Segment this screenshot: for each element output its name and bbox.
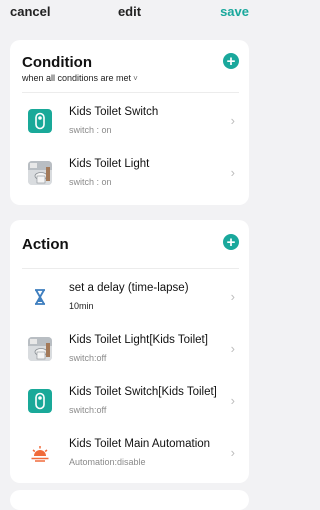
condition-item-light[interactable]: Kids Toilet Light switch : on › [10, 148, 249, 198]
top-bar: cancel edit save [0, 0, 259, 22]
chevron-down-icon: ˅ [133, 74, 138, 83]
condition-item-name: Kids Toilet Switch [69, 106, 159, 118]
action-item-switch[interactable]: Kids Toilet Switch[Kids Toilet] switch:o… [10, 376, 249, 426]
add-condition-button[interactable]: + [223, 53, 239, 69]
next-card-edge [10, 490, 249, 510]
action-item-name: Kids Toilet Light[Kids Toilet] [69, 334, 208, 346]
cancel-button[interactable]: cancel [10, 4, 50, 19]
condition-item-name: Kids Toilet Light [69, 158, 150, 170]
condition-card: Condition + when all conditions are met ˅… [10, 40, 249, 205]
condition-mode-label: when all conditions are met [22, 73, 132, 83]
chevron-right-icon: › [230, 289, 235, 304]
action-item-status: switch:off [69, 353, 107, 363]
action-card: Action + set a delay (time-lapse) 10min … [10, 220, 249, 483]
plus-icon: + [226, 233, 236, 251]
action-item-delay[interactable]: set a delay (time-lapse) 10min › [10, 272, 249, 322]
action-item-status: 10min [69, 301, 94, 311]
save-button[interactable]: save [220, 4, 249, 19]
condition-title: Condition [22, 54, 92, 71]
condition-item-switch[interactable]: Kids Toilet Switch switch : on › [10, 96, 249, 146]
hourglass-icon [28, 285, 52, 309]
condition-item-status: switch : on [69, 125, 112, 135]
action-item-automation[interactable]: Kids Toilet Main Automation Automation:d… [10, 428, 249, 478]
action-item-light[interactable]: Kids Toilet Light[Kids Toilet] switch:of… [10, 324, 249, 374]
toilet-light-photo-icon [28, 337, 52, 361]
toilet-light-photo-icon [28, 161, 52, 185]
action-item-name: Kids Toilet Switch[Kids Toilet] [69, 386, 217, 398]
chevron-right-icon: › [230, 165, 235, 180]
chevron-right-icon: › [230, 341, 235, 356]
chevron-right-icon: › [230, 393, 235, 408]
chevron-right-icon: › [230, 113, 235, 128]
action-item-status: Automation:disable [69, 457, 146, 467]
switch-icon [28, 389, 52, 413]
divider [22, 92, 239, 93]
condition-item-status: switch : on [69, 177, 112, 187]
add-action-button[interactable]: + [223, 234, 239, 250]
chevron-right-icon: › [230, 445, 235, 460]
condition-mode-selector[interactable]: when all conditions are met ˅ [22, 73, 138, 83]
switch-icon [28, 109, 52, 133]
action-item-name: set a delay (time-lapse) [69, 282, 189, 294]
action-item-name: Kids Toilet Main Automation [69, 438, 211, 450]
action-item-status: switch:off [69, 405, 107, 415]
sunset-icon [28, 441, 52, 465]
divider [22, 268, 239, 269]
action-title: Action [22, 236, 69, 253]
plus-icon: + [226, 52, 236, 70]
